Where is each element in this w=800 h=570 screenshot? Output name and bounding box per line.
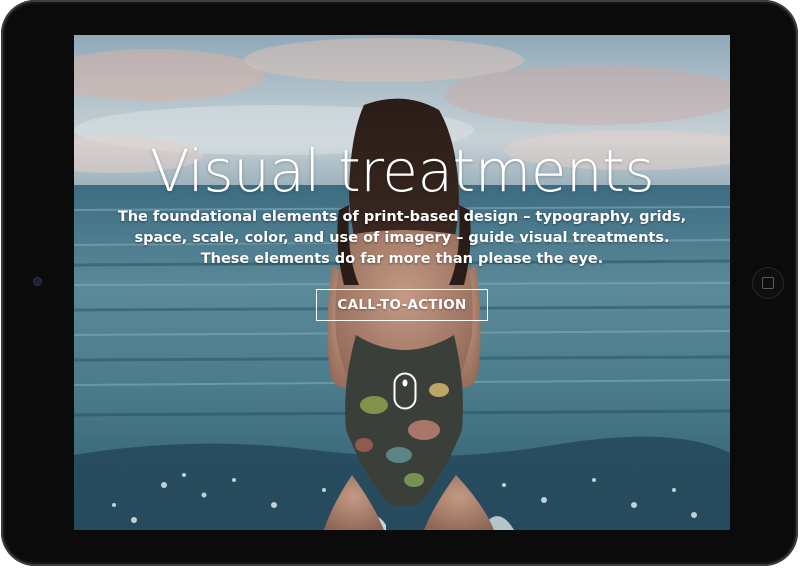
call-to-action-button[interactable]: CALL-TO-ACTION [316, 289, 488, 321]
home-button-icon [762, 277, 774, 289]
hero-subtitle: The foundational elements of print-based… [117, 209, 687, 267]
hero-background-image [74, 35, 730, 530]
tablet-frame: Visual treatments The foundational eleme… [1, 0, 798, 566]
home-button[interactable] [753, 268, 783, 298]
front-camera-icon [34, 278, 41, 285]
mouse-scroll-icon[interactable] [393, 372, 417, 410]
hero-title: Visual treatments [149, 137, 655, 205]
screen: Visual treatments The foundational eleme… [74, 35, 730, 530]
